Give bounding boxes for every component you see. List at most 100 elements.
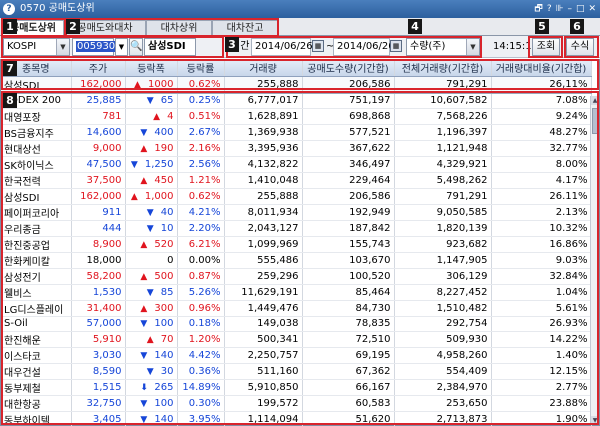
- formula-button[interactable]: 수식: [566, 38, 594, 56]
- stock-code-dropdown[interactable]: ▼: [115, 38, 128, 56]
- table-row[interactable]: LG디스플레이 31,400 ▲ 300 0.96% 1,449,476 84,730 1,5…: [1, 300, 592, 317]
- table-row[interactable]: 삼성SDI 162,000 ▲ 1,000 0.62% 255,888 206,586 791…: [1, 188, 592, 205]
- table-row[interactable]: KODEX 200 25,885 ▼ 65 0.25% 6,777,017 751,197 1…: [1, 93, 592, 109]
- cell-rate: 0.30%: [177, 395, 225, 413]
- table-row[interactable]: 대우건설 8,590 ▼ 30 0.36% 511,160 67,362 554,409 12.…: [1, 363, 592, 381]
- cell-ratio: 32.77%: [491, 140, 592, 157]
- cell-total-volume: 292,754: [394, 316, 492, 333]
- change-value: 70: [160, 334, 174, 346]
- restore-icon[interactable]: 🗗: [534, 2, 542, 16]
- market-select[interactable]: KOSPI ▼: [3, 38, 70, 56]
- cell-rate: 6.21%: [177, 236, 225, 253]
- cell-volume: 1,449,476: [224, 300, 303, 317]
- table-row[interactable]: 삼성전기 58,200 ▲ 500 0.87% 259,296 100,520 306,129…: [1, 268, 592, 285]
- cell-price: 37,500: [71, 172, 126, 189]
- table-row[interactable]: 한진해운 5,910 ▲ 70 1.20% 500,341 72,510 509,930 14.…: [1, 331, 592, 349]
- table-row[interactable]: 페이퍼코리아 911 ▼ 40 4.21% 8,011,934 192,949 9,050,5…: [1, 204, 592, 221]
- change-value: 1000: [148, 78, 174, 90]
- search-button[interactable]: 🔍: [129, 38, 143, 56]
- table-row[interactable]: 우리종금 444 ▼ 10 2.20% 2,043,127 187,842 1,820,139…: [1, 220, 592, 237]
- column-header[interactable]: 등락폭: [125, 60, 178, 77]
- column-header[interactable]: 공매도수량(기간합): [302, 60, 395, 77]
- table-row[interactable]: S-Oil 57,000 ▼ 100 0.18% 149,038 78,835 292,754…: [1, 316, 592, 333]
- down-triangle-icon: ▼: [146, 287, 154, 298]
- cell-name: 삼성SDI: [1, 76, 72, 94]
- cell-price: 1,515: [71, 379, 126, 397]
- cell-rate: 3.95%: [177, 411, 225, 426]
- table-row[interactable]: 웰비스 1,530 ▼ 85 5.26% 11,629,191 85,464 8,227,45…: [1, 284, 592, 301]
- down-triangle-icon: ▼: [146, 223, 154, 234]
- cell-volume: 1,114,094: [224, 411, 303, 426]
- window-controls: 🗗 ? ⊪ – □ ✕: [534, 2, 596, 16]
- cell-rate: 0.62%: [177, 76, 225, 94]
- table-row[interactable]: 대한항공 32,750 ▼ 100 0.30% 199,572 60,583 253,650 2…: [1, 395, 592, 413]
- cell-change: ▲ 4: [125, 108, 178, 125]
- cell-price: 162,000: [71, 76, 126, 94]
- table-row[interactable]: SK하이닉스 47,500 ▼ 1,250 2.56% 4,132,822 346,497 4…: [1, 156, 592, 173]
- table-body: 삼성SDI 162,000 ▲ 1000 0.62% 255,888 206,58…: [1, 76, 592, 426]
- cell-short-qty: 698,868: [302, 108, 395, 125]
- cell-rate: 0.18%: [177, 316, 225, 333]
- cell-rate: 0.36%: [177, 363, 225, 381]
- table-row[interactable]: 한진중공업 8,900 ▲ 520 6.21% 1,099,969 155,743 923,6…: [1, 236, 592, 253]
- scroll-thumb[interactable]: [592, 108, 598, 134]
- tab-bar: 공매도상위 공매도와대차 대차상위 대차잔고: [0, 18, 600, 37]
- table-row[interactable]: 동부하이텍 3,405 ▼ 140 3.95% 1,114,094 51,620 2,713,…: [1, 411, 592, 426]
- date-from-input[interactable]: 2014/06/26: [251, 38, 313, 56]
- column-header[interactable]: 거래량: [224, 60, 303, 77]
- table-row[interactable]: 동부제철 1,515 ⬇ 265 14.89% 5,910,850 66,167 2,384,…: [1, 379, 592, 397]
- change-value: 100: [154, 318, 174, 330]
- cell-name: 웰비스: [1, 284, 72, 301]
- stock-code-input[interactable]: 005930: [72, 38, 117, 56]
- query-toolbar: KOSPI ▼ 005930 ▼ 🔍 삼성SDI 기간 2014/06/26 ▦…: [0, 36, 600, 58]
- column-header[interactable]: 전체거래량(기간합): [394, 60, 492, 77]
- down-triangle-icon: ▼: [140, 351, 148, 362]
- cell-price: 14,600: [71, 124, 126, 141]
- cell-short-qty: 67,362: [302, 363, 395, 381]
- cell-change: ▼ 400: [125, 124, 178, 141]
- table-row[interactable]: 한화케미칼 18,000 0 0.00% 555,486 103,670 1,147,905…: [1, 252, 592, 269]
- scroll-down-icon[interactable]: ▼: [591, 416, 599, 425]
- cell-short-qty: 85,464: [302, 284, 395, 301]
- column-header[interactable]: 등락률: [177, 60, 225, 77]
- cell-name: 삼성SDI: [1, 188, 72, 205]
- cell-rate: 0.62%: [177, 188, 225, 205]
- cell-total-volume: 554,409: [394, 363, 492, 381]
- summary-row[interactable]: 삼성SDI 162,000 ▲ 1000 0.62% 255,888 206,58…: [1, 76, 592, 94]
- cell-total-volume: 2,713,873: [394, 411, 492, 426]
- chevron-down-icon: ▼: [56, 39, 69, 55]
- table-row[interactable]: 대영포장 781 ▲ 4 0.51% 1,628,891 698,868 7,568,226 9…: [1, 108, 592, 125]
- change-value: 140: [154, 414, 174, 426]
- down-triangle-icon: ▼: [130, 159, 138, 170]
- date-to-input[interactable]: 2014/06/26: [333, 38, 395, 56]
- sort-select[interactable]: 수량(주) ▼: [406, 38, 480, 56]
- query-button[interactable]: 조회: [532, 38, 560, 56]
- column-header[interactable]: 거래량대비율(기간합): [491, 60, 592, 77]
- cell-rate: 14.89%: [177, 379, 225, 397]
- table-row[interactable]: 한국전력 37,500 ▲ 450 1.21% 1,410,048 229,464 5,498…: [1, 172, 592, 189]
- maximize-icon[interactable]: □: [576, 2, 585, 16]
- tab-lending-balance[interactable]: 대차잔고: [212, 20, 278, 36]
- cell-change: ▼ 100: [125, 316, 178, 333]
- column-header[interactable]: 주가: [71, 60, 126, 77]
- table-row[interactable]: 현대상선 9,000 ▲ 190 2.16% 3,395,936 367,622 1,121,…: [1, 140, 592, 157]
- close-icon[interactable]: ✕: [588, 2, 596, 16]
- up-triangle-icon: ▲: [140, 175, 148, 186]
- table-row[interactable]: 이스타코 3,030 ▼ 140 4.42% 2,250,757 69,195 4,958,2…: [1, 347, 592, 365]
- layout-icon[interactable]: ⊪: [556, 2, 564, 16]
- tab-lending-top[interactable]: 대차상위: [146, 20, 212, 36]
- cell-price: 911: [71, 204, 126, 221]
- calendar-icon[interactable]: ▦: [390, 40, 402, 52]
- minimize-icon[interactable]: –: [567, 2, 572, 16]
- calendar-icon[interactable]: ▦: [312, 40, 324, 52]
- cell-volume: 255,888: [224, 76, 303, 94]
- cell-volume: 5,910,850: [224, 379, 303, 397]
- cell-name: 현대상선: [1, 140, 72, 157]
- table-row[interactable]: BS금융지주 14,600 ▼ 400 2.67% 1,369,938 577,521 1,1…: [1, 124, 592, 141]
- up-triangle-icon: ▲: [140, 239, 148, 250]
- vertical-scrollbar[interactable]: ▲ ▼: [590, 96, 599, 425]
- scroll-up-icon[interactable]: ▲: [591, 96, 599, 105]
- down-triangle-icon: ▼: [146, 367, 154, 378]
- help-icon[interactable]: ?: [547, 2, 552, 16]
- annotation-marker-1: 1: [3, 19, 17, 34]
